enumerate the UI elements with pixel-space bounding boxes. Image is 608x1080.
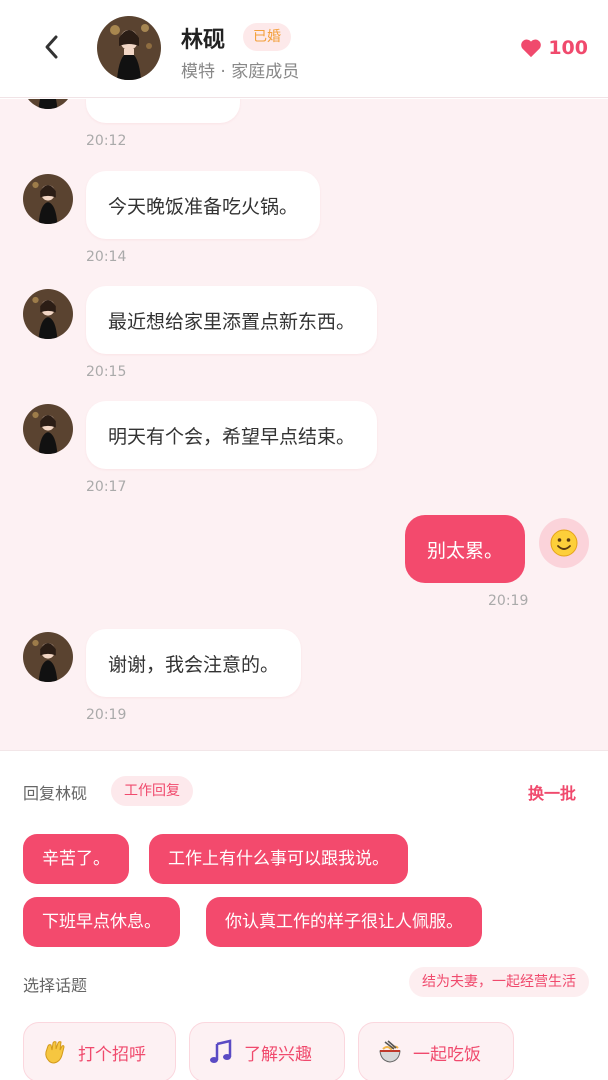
contact-message-avatar: [23, 99, 73, 109]
noodle-bowl-icon: [377, 1039, 403, 1065]
marital-status-badge: 已婚: [243, 23, 291, 51]
likes-count: 100: [548, 37, 588, 59]
message-time: 20:19: [86, 707, 127, 723]
my-message-bubble: 别太累。: [404, 515, 525, 583]
topic-button-interests[interactable]: 了解兴趣: [189, 1022, 345, 1080]
message-time: 20:17: [86, 479, 127, 495]
message-bubble: 谢谢，我会注意的。: [86, 629, 302, 697]
contact-name: 林砚: [181, 28, 226, 53]
message-time: 20:19: [488, 593, 529, 609]
smiley-face-icon: [550, 529, 578, 557]
topic-label: 一起吃饭: [413, 1044, 481, 1065]
reply-panel: 回复林砚 工作回复 换一批 辛苦了。 工作上有什么事可以跟我说。 下班早点休息。…: [0, 750, 608, 1080]
message-bubble: 最近想给家里添置点新东西。: [86, 286, 378, 354]
relationship-goal-tag: 结为夫妻，一起经营生活: [409, 967, 589, 997]
contact-subtitle: 模特 · 家庭成员: [181, 62, 300, 82]
chevron-left-icon: [45, 35, 58, 59]
my-avatar[interactable]: [539, 518, 589, 568]
topic-label: 了解兴趣: [244, 1044, 312, 1065]
reply-type-tag: 工作回复: [111, 776, 193, 806]
back-button[interactable]: [36, 32, 66, 62]
contact-message-avatar: [23, 289, 73, 339]
topic-button-greet[interactable]: 打个招呼: [23, 1022, 176, 1080]
message-time: 20:12: [86, 133, 127, 149]
message-bubble-partial: [86, 99, 240, 123]
waving-hand-icon: [42, 1039, 68, 1065]
contact-avatar[interactable]: [97, 16, 161, 80]
contact-message-avatar: [23, 404, 73, 454]
message-bubble: 今天晚饭准备吃火锅。: [86, 171, 321, 239]
affection-counter: 100: [520, 37, 588, 59]
heart-icon: [521, 39, 542, 58]
quick-reply-button[interactable]: 你认真工作的样子很让人佩服。: [206, 897, 482, 947]
chat-header: 林砚 已婚 模特 · 家庭成员 100: [0, 0, 608, 98]
message-time: 20:14: [86, 249, 127, 265]
music-note-icon: [208, 1039, 234, 1065]
contact-message-avatar: [23, 632, 73, 682]
quick-reply-button[interactable]: 辛苦了。: [23, 834, 129, 884]
topic-label: 打个招呼: [78, 1044, 146, 1065]
topic-button-dinner[interactable]: 一起吃饭: [358, 1022, 514, 1080]
contact-message-avatar: [23, 174, 73, 224]
message-bubble: 明天有个会，希望早点结束。: [86, 401, 378, 469]
quick-reply-button[interactable]: 工作上有什么事可以跟我说。: [149, 834, 408, 884]
quick-reply-button[interactable]: 下班早点休息。: [23, 897, 180, 947]
message-list[interactable]: 20:12 今天晚饭准备吃火锅。 20:14 最近想给家里添置点新东西。 20:…: [0, 99, 608, 750]
topic-section-label: 选择话题: [23, 976, 88, 995]
reply-section-label: 回复林砚: [23, 784, 88, 803]
refresh-suggestions-button[interactable]: 换一批: [528, 780, 576, 804]
message-time: 20:15: [86, 364, 127, 380]
